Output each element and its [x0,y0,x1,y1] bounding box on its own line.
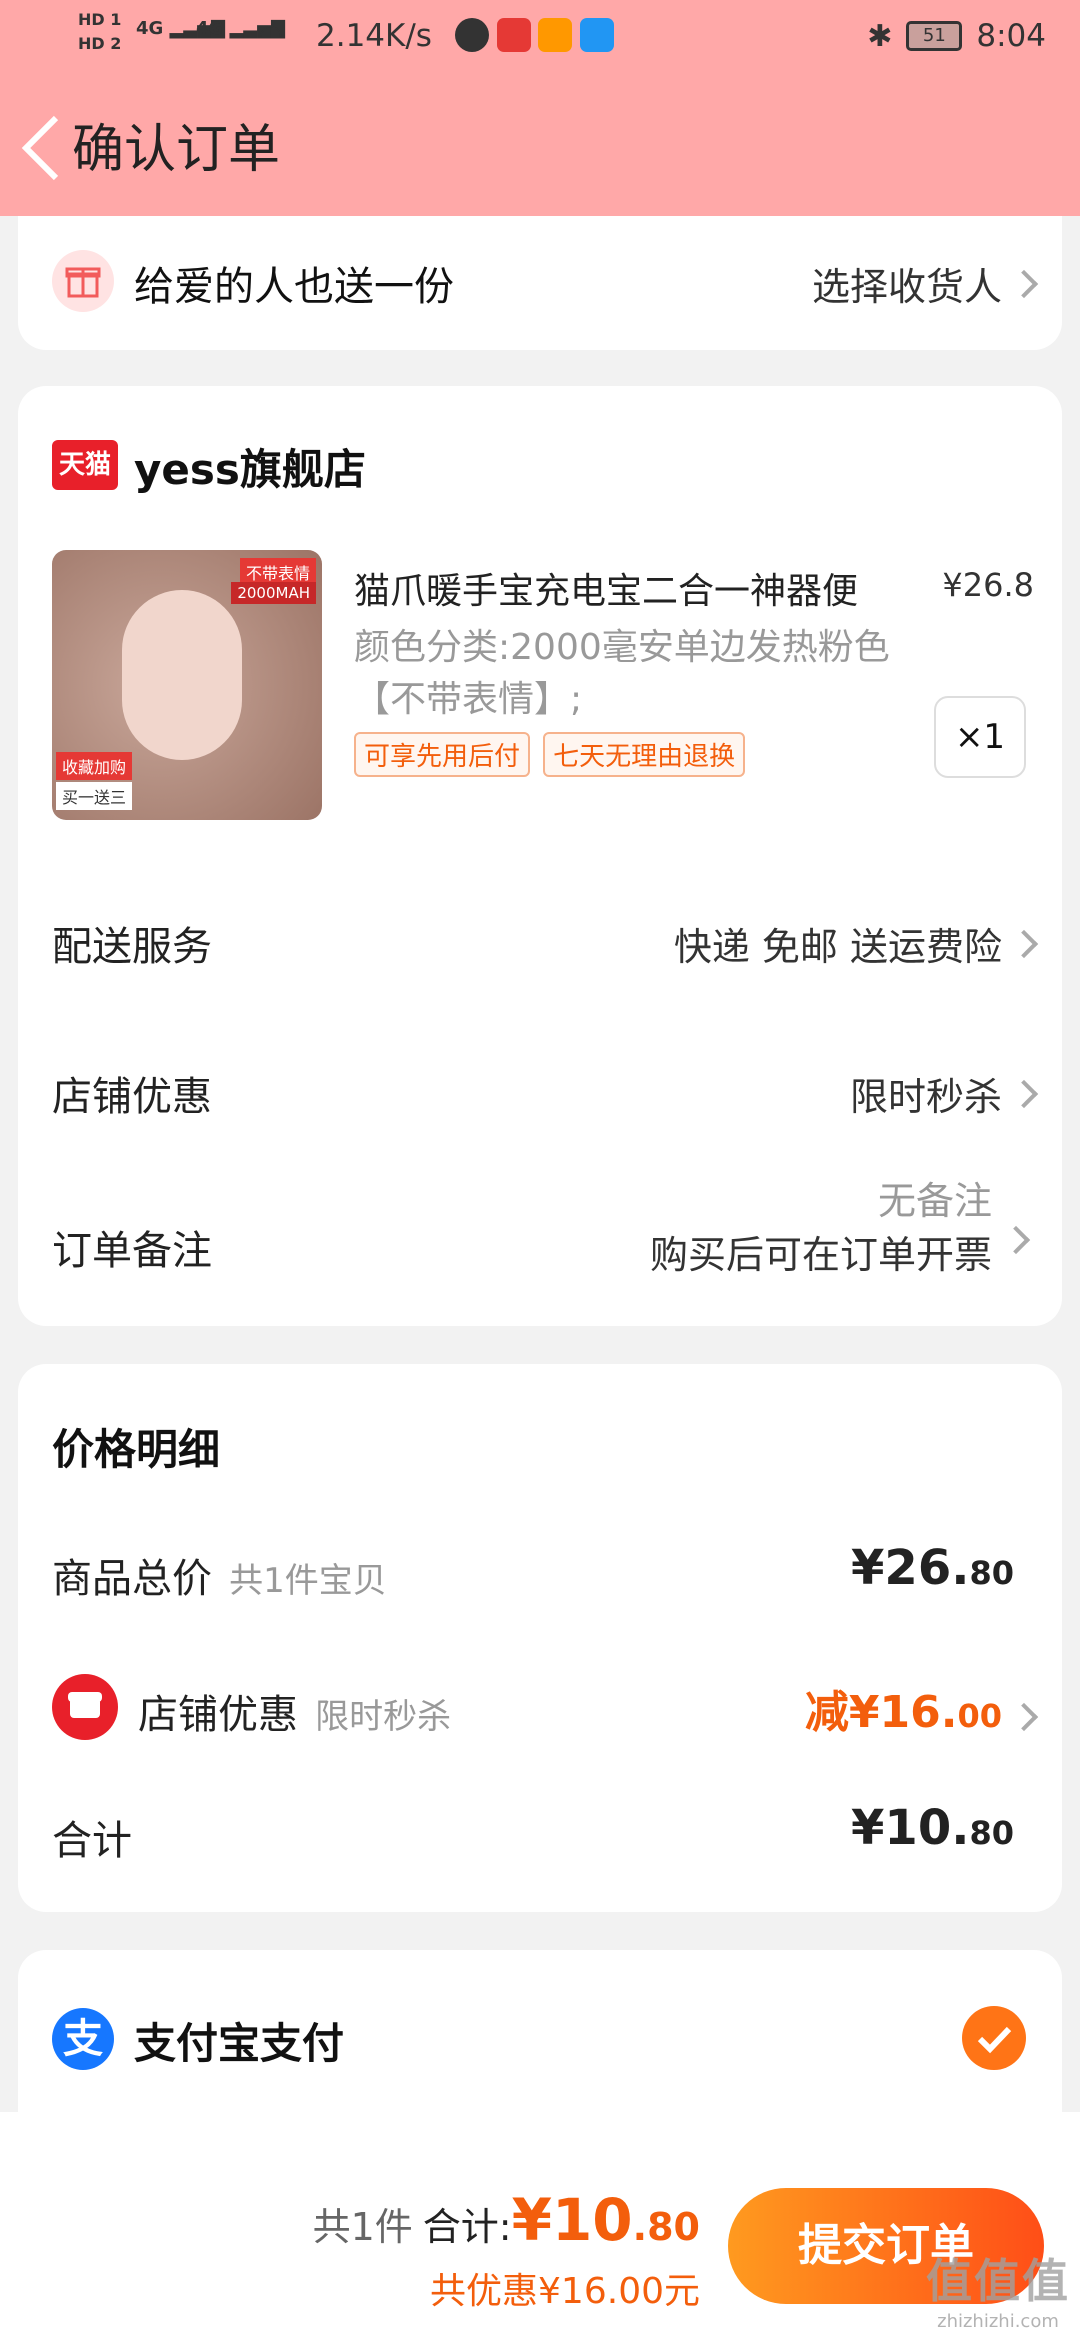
store-name[interactable]: yess旗舰店 [134,436,366,497]
bottom-bar: 共1件 合计: ¥10 .80 共优惠¥16.00元 提交订单 值值值 zhiz… [0,2112,1080,2340]
bottom-count: 共1件 [312,2205,413,2249]
status-bar: HD 1 HD 2 4G ▂▃▅▇ 4G ▂▃▅▇ ◠ 2.14K/s ✱ 51… [0,0,1080,80]
status-right: ✱ 51 8:04 [867,18,1046,54]
order-note-label: 订单备注 [52,1228,212,1274]
chevron-right-icon [1009,1702,1039,1732]
play-icon [538,18,572,52]
goods-total-row: 商品总价 共1件宝贝 ¥26.80 [18,1540,1062,1610]
note-placeholder: 无备注 [877,1179,992,1223]
product-spec[interactable]: 颜色分类:2000毫安单边发热粉色【不带表情】; [354,622,914,726]
shop-discount-label: 店铺优惠 [52,1074,212,1120]
wifi-icon: ◠ [260,18,282,51]
shop-discount-icon [52,1674,118,1740]
network-speed: 2.14K/s [316,18,432,54]
page-header: 确认订单 [0,80,1080,216]
shop-discount-detail-row[interactable]: 店铺优惠 限时秒杀 减¥16. 00 [18,1668,1062,1748]
delivery-service-row[interactable]: 配送服务 快递 免邮 送运费险 [18,890,1062,990]
order-note-row[interactable]: 订单备注 无备注 购买后可在订单开票 [18,1166,1062,1306]
goods-total-label: 商品总价 [52,1556,212,1602]
shop-discount-detail-label-group: 店铺优惠 限时秒杀 [138,1682,451,1740]
huawei-icon [497,18,531,52]
image-tag-favorite: 收藏加购 [56,752,133,780]
product-shape [122,590,242,760]
return-tag: 七天无理由退换 [543,732,746,777]
sum-main: ¥10. [851,1800,970,1856]
watermark-domain: zhizhizhi.com [937,2311,1059,2332]
chevron-right-icon [1009,929,1039,958]
image-tag-capacity: 2000MAH [231,582,316,604]
watermark-logo: 值值值 [926,2254,1070,2308]
shop-discount-detail-label: 店铺优惠 [138,1692,298,1738]
chevron-right-icon [1009,269,1039,298]
net1-label: 4G [136,18,164,39]
discount-dec: 00 [957,1697,1002,1735]
shop-discount-value-label: 限时秒杀 [849,1075,1002,1119]
product-title[interactable]: 猫爪暖手宝充电宝二合一神器便 [354,562,924,614]
selected-check-icon[interactable] [962,2006,1026,2070]
price-detail-card: 价格明细 商品总价 共1件宝贝 ¥26.80 店铺优惠 限时秒杀 减¥16. 00… [18,1364,1062,1912]
goods-total-main: ¥26. [851,1540,970,1596]
delivery-value-label: 快递 免邮 送运费险 [673,925,1002,969]
bluetooth-icon: ✱ [867,18,893,54]
gift-card[interactable]: 给爱的人也送一份 选择收货人 [18,216,1062,350]
goods-total-value: ¥26.80 [851,1540,1014,1596]
delivery-label: 配送服务 [52,924,212,970]
tmall-logo: 天猫 [52,440,118,490]
clock: 8:04 [976,18,1046,54]
alipay-icon: 支 [52,2008,114,2070]
chevron-right-icon [1009,1079,1039,1108]
hd1-label: HD 1 [78,10,122,29]
select-recipient-label: 选择收货人 [811,265,1002,309]
goods-count: 共1件宝贝 [229,1561,387,1601]
bottom-total-label: 合计: [422,2205,512,2249]
order-card: 天猫 yess旗舰店 不带表情 2000MAH 收藏加购 买一送三 猫爪暖手宝充… [18,386,1062,1326]
hd2-label: HD 2 [78,34,122,53]
discount-main: 减¥16. [804,1687,958,1738]
back-chevron-icon[interactable] [18,112,78,184]
chevron-right-icon [1001,1225,1031,1255]
bottom-total-dec: .80 [632,2205,700,2249]
site-watermark: 值值值 zhizhizhi.com [926,2245,1070,2332]
alipay-label: 支付宝支付 [134,2019,345,2068]
net2-label: 4G [196,18,224,39]
select-recipient-link[interactable]: 选择收货人 [811,256,1039,311]
delivery-value: 快递 免邮 送运费险 [673,916,1039,971]
shop-discount-value: 限时秒杀 [849,1066,1039,1121]
bottom-total-main: ¥10 [511,2186,633,2254]
shop-discount-detail-sub: 限时秒杀 [315,1697,452,1737]
goods-total-label-group: 商品总价 共1件宝贝 [52,1546,387,1604]
product-tags: 可享先用后付 七天无理由退换 [354,732,753,777]
sum-value: ¥10.80 [851,1800,1014,1856]
app-icon-1 [455,18,489,52]
order-note-value: 无备注 购买后可在订单开票 [650,1174,992,1282]
gift-label: 给爱的人也送一份 [134,264,454,310]
battery-icon: 51 [906,21,963,51]
bottom-saved: 共优惠¥16.00元 [430,2271,700,2312]
search-app-icon [580,18,614,52]
shop-discount-row[interactable]: 店铺优惠 限时秒杀 [18,1040,1062,1140]
sum-label: 合计 [52,1818,132,1864]
shop-discount-detail-value: 减¥16. 00 [804,1676,1039,1740]
price-detail-title: 价格明细 [52,1425,221,1474]
goods-total-dec: 80 [969,1554,1014,1592]
image-tag-gift: 买一送三 [56,782,133,810]
quantity-stepper[interactable]: ×1 [934,696,1026,778]
pay-later-tag: 可享先用后付 [354,732,531,777]
sum-row: 合计 ¥10.80 [18,1800,1062,1870]
product-image[interactable]: 不带表情 2000MAH 收藏加购 买一送三 [52,550,322,820]
page-title: 确认订单 [72,120,281,180]
sum-dec: 80 [969,1814,1014,1852]
invoice-hint: 购买后可在订单开票 [649,1233,992,1277]
gift-icon [52,250,114,312]
product-price: ¥26.8 [942,566,1034,604]
bottom-total: 共1件 合计: ¥10 .80 [313,2186,700,2254]
hd-indicator: HD 1 HD 2 [78,8,121,56]
